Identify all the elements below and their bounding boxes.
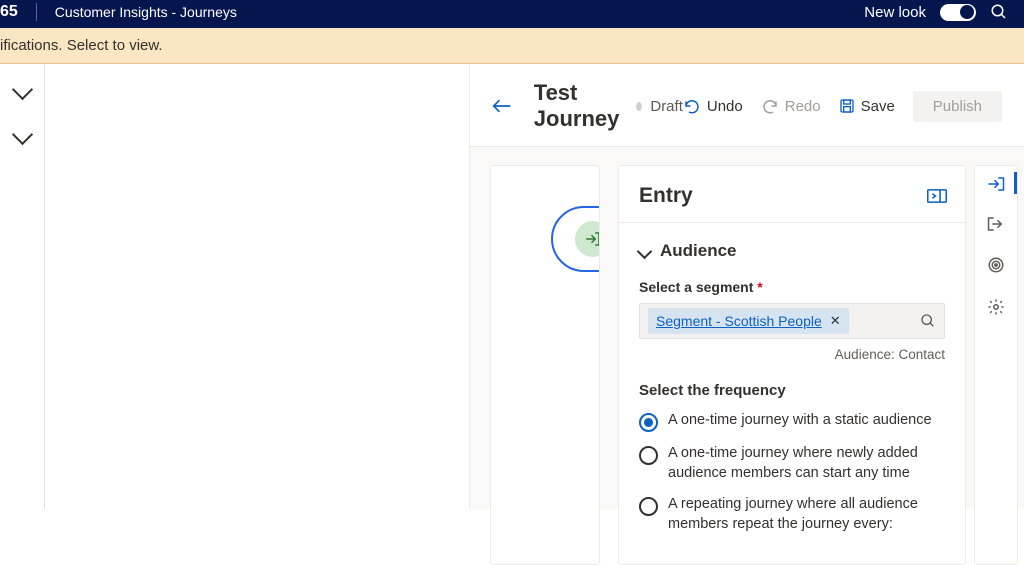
panel-title: Entry <box>639 184 693 208</box>
exit-tool-icon[interactable] <box>987 216 1005 232</box>
radio-icon <box>639 497 658 516</box>
new-look-label: New look <box>864 4 926 21</box>
chevron-down-icon[interactable] <box>11 124 32 145</box>
properties-panel: Entry Audience Select a segment * <box>618 165 966 565</box>
app-title: Customer Insights - Journeys <box>55 4 237 20</box>
redo-button[interactable]: Redo <box>761 98 821 115</box>
search-icon[interactable] <box>990 3 1014 21</box>
journey-canvas[interactable]: Journey start Segment - Scottish People … <box>490 165 600 565</box>
radio-icon <box>639 413 658 432</box>
segment-enter-icon <box>575 221 600 257</box>
segment-chip-link[interactable]: Segment - Scottish People <box>656 313 822 329</box>
audience-section-toggle[interactable]: Audience <box>639 241 945 261</box>
chevron-down-icon <box>637 243 653 259</box>
redo-icon <box>761 98 779 114</box>
app-suffix-num: 65 <box>0 3 18 21</box>
notification-text: ifications. Select to view. <box>0 37 163 54</box>
side-tool-rail <box>974 165 1018 565</box>
settings-tool-icon[interactable] <box>987 298 1005 316</box>
save-icon <box>839 98 855 114</box>
back-button[interactable] <box>492 98 512 114</box>
goal-tool-icon[interactable] <box>987 256 1005 274</box>
status-badge: Draft <box>650 98 683 115</box>
section-title: Audience <box>660 241 737 261</box>
page-title: Test Journey <box>534 80 623 132</box>
search-icon[interactable] <box>920 313 936 329</box>
segment-chip[interactable]: Segment - Scottish People ✕ <box>648 308 849 334</box>
status-dot-icon <box>636 102 642 111</box>
chevron-down-icon[interactable] <box>11 79 32 100</box>
frequency-option-1[interactable]: A one-time journey where newly added aud… <box>639 444 945 483</box>
remove-chip-icon[interactable]: ✕ <box>830 313 841 329</box>
segment-lookup[interactable]: Segment - Scottish People ✕ <box>639 303 945 339</box>
entry-tool-icon[interactable] <box>987 176 1005 192</box>
app-header: 65 Customer Insights - Journeys New look <box>0 0 1024 28</box>
nav-panel <box>45 64 470 509</box>
save-button[interactable]: Save <box>839 98 895 115</box>
notification-bar[interactable]: ifications. Select to view. <box>0 28 1024 64</box>
header-divider <box>36 3 37 21</box>
segment-field-label: Select a segment * <box>639 279 945 295</box>
undo-icon <box>683 98 701 114</box>
publish-button[interactable]: Publish <box>913 91 1002 122</box>
frequency-title: Select the frequency <box>639 382 945 399</box>
frequency-option-0[interactable]: A one-time journey with a static audienc… <box>639 411 945 432</box>
nav-rail-collapse <box>0 64 45 509</box>
journey-start-node[interactable]: Journey start Segment - Scottish People <box>551 206 600 272</box>
command-bar: Test Journey Draft Undo Redo <box>470 64 1024 147</box>
undo-button[interactable]: Undo <box>683 98 743 115</box>
active-tool-indicator <box>1014 172 1017 194</box>
radio-icon <box>639 446 658 465</box>
audience-type-hint: Audience: Contact <box>639 347 945 362</box>
frequency-option-2[interactable]: A repeating journey where all audience m… <box>639 495 945 534</box>
panel-collapse-icon[interactable] <box>927 189 947 203</box>
new-look-toggle[interactable] <box>940 4 976 21</box>
